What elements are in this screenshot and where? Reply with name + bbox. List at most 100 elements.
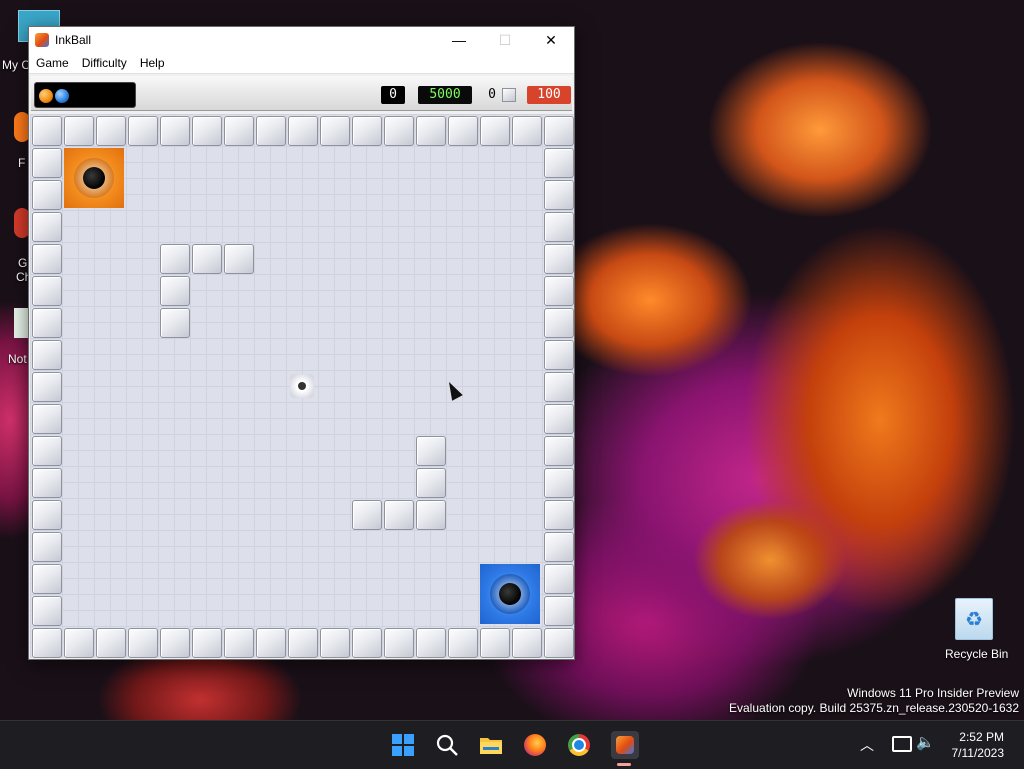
wall-block [544, 180, 574, 210]
inkball-window: InkBall — ☐ ✕ Game Difficulty Help 0 500… [28, 26, 575, 660]
wall-block [32, 628, 62, 658]
hole-ring [74, 158, 114, 198]
game-board[interactable] [30, 114, 574, 658]
wall-block [160, 244, 190, 274]
blue-hole [480, 564, 540, 624]
firefox-icon[interactable] [523, 733, 547, 757]
wall-block [544, 244, 574, 274]
wall-block [320, 628, 350, 658]
wall-block [32, 500, 62, 530]
wall-block [192, 628, 222, 658]
wall-block [32, 308, 62, 338]
window-title: InkBall [55, 33, 92, 47]
maximize-button[interactable]: ☐ [482, 27, 528, 53]
wall-block [416, 500, 446, 530]
inkball-app-icon [35, 33, 49, 47]
wall-block [384, 500, 414, 530]
title-bar[interactable]: InkBall — ☐ ✕ [29, 27, 574, 53]
wall-block [160, 628, 190, 658]
wall-block [480, 628, 510, 658]
wall-block [544, 404, 574, 434]
wall-block [416, 436, 446, 466]
active-app-indicator [617, 763, 631, 766]
timer-display: 100 [527, 86, 571, 104]
wall-block [352, 628, 382, 658]
desktop-icon-label: G [18, 256, 28, 270]
inkball-icon[interactable] [611, 731, 639, 759]
windows-watermark: Windows 11 Pro Insider Preview Evaluatio… [729, 686, 1019, 716]
volume-icon[interactable]: 🔈 [916, 733, 935, 751]
wall-block [416, 628, 446, 658]
desktop-icon-label: F [18, 156, 26, 170]
network-icon[interactable] [892, 736, 912, 752]
orange-ball-icon [39, 89, 53, 103]
chrome-icon[interactable] [567, 733, 591, 757]
balls-remaining-count: 0 [488, 87, 496, 102]
menu-bar: Game Difficulty Help [29, 53, 574, 74]
wall-block [224, 116, 254, 146]
file-explorer-icon[interactable] [479, 733, 503, 757]
wall-block [544, 116, 574, 146]
minimize-button[interactable]: — [436, 27, 482, 53]
wall-block [32, 436, 62, 466]
wall-block [288, 116, 318, 146]
wall-block [352, 500, 382, 530]
wall-block [64, 628, 94, 658]
wall-block [544, 372, 574, 402]
block-counter-icon [502, 88, 516, 102]
wall-block [480, 116, 510, 146]
chevron-up-icon[interactable]: ︿ [860, 735, 874, 755]
desktop-icon-label: Not [8, 352, 27, 366]
wall-block [128, 628, 158, 658]
menu-difficulty[interactable]: Difficulty [76, 56, 133, 70]
wall-block [224, 628, 254, 658]
wall-block [256, 116, 286, 146]
wall-block [32, 212, 62, 242]
wall-block [32, 468, 62, 498]
wall-block [544, 468, 574, 498]
menu-help[interactable]: Help [134, 56, 171, 70]
wall-block [96, 116, 126, 146]
wall-block [416, 468, 446, 498]
wall-block [544, 436, 574, 466]
spawner-dot [298, 382, 306, 390]
orange-hole [64, 148, 124, 208]
windows-start-icon[interactable] [391, 733, 415, 757]
wall-block [224, 244, 254, 274]
wall-block [544, 148, 574, 178]
wall-block [544, 532, 574, 562]
wall-block [448, 628, 478, 658]
wall-block [96, 628, 126, 658]
wall-block [544, 628, 574, 658]
wall-block [160, 276, 190, 306]
wall-block [320, 116, 350, 146]
wall-block [544, 340, 574, 370]
close-button[interactable]: ✕ [528, 27, 574, 53]
wall-block [544, 596, 574, 626]
wall-block [32, 404, 62, 434]
wall-block [32, 372, 62, 402]
clock-time: 2:52 PM [959, 730, 1004, 744]
menu-game[interactable]: Game [30, 56, 75, 70]
wall-block [32, 340, 62, 370]
wall-block [160, 116, 190, 146]
recycle-bin-icon[interactable]: ♻ [955, 598, 993, 640]
hole-center [83, 167, 105, 189]
system-clock[interactable]: 2:52 PM 7/11/2023 [952, 729, 1005, 761]
wall-block [416, 116, 446, 146]
hole-center [499, 583, 521, 605]
wall-block [544, 276, 574, 306]
wall-block [64, 116, 94, 146]
recycle-bin-label: Recycle Bin [945, 647, 1009, 661]
watermark-line1: Windows 11 Pro Insider Preview [847, 686, 1019, 700]
wall-block [128, 116, 158, 146]
search-icon[interactable] [435, 733, 459, 757]
ball-spawner-icon [290, 374, 314, 398]
wall-block [544, 212, 574, 242]
wall-block [192, 116, 222, 146]
wall-block [192, 244, 222, 274]
wall-block [448, 116, 478, 146]
blue-ball-icon [55, 89, 69, 103]
wall-block [32, 116, 62, 146]
wall-block [384, 628, 414, 658]
